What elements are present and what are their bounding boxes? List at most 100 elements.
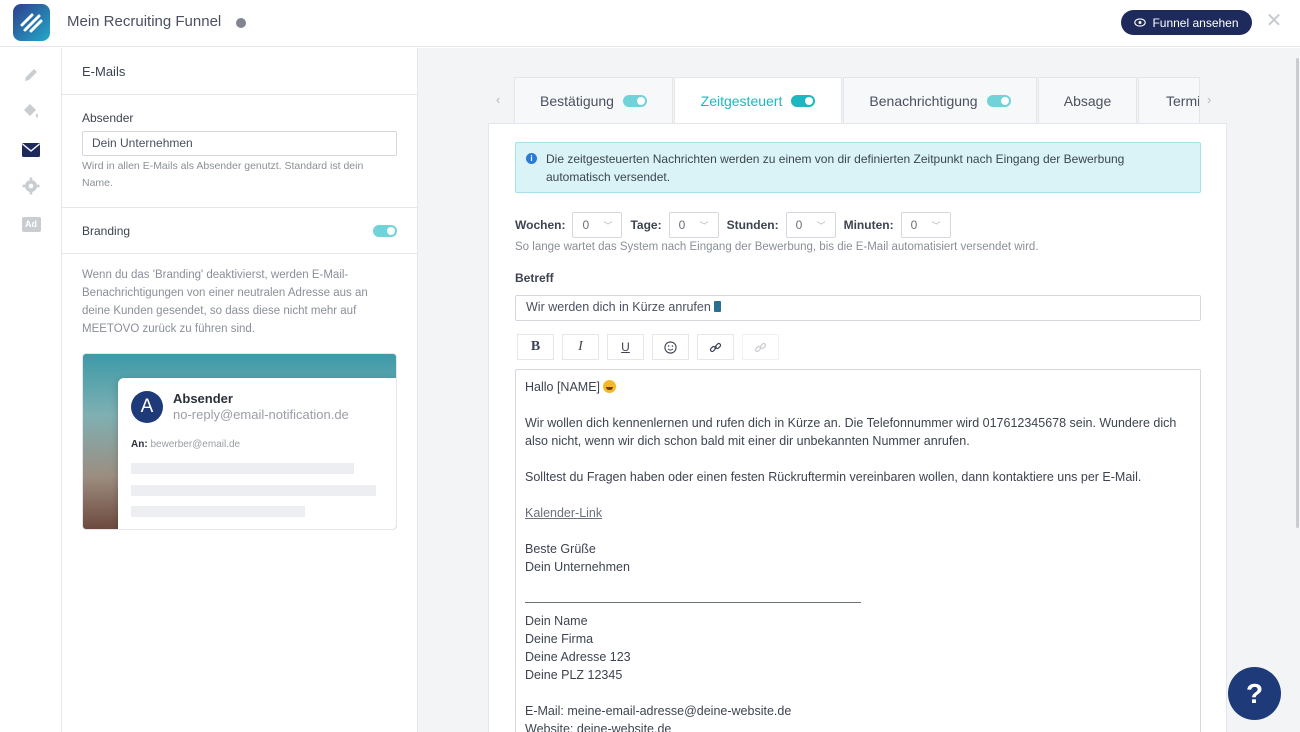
chevron-down-icon: ﹀ [931, 220, 941, 231]
panel-title: E-Mails [62, 48, 417, 95]
branding-description: Wenn du das 'Branding' deaktivierst, wer… [82, 269, 368, 335]
tab-bestaetigung[interactable]: Bestätigung [514, 77, 673, 123]
chevron-down-icon: ﹀ [816, 220, 826, 231]
weeks-label: Wochen: [515, 218, 566, 232]
sender-section: Absender Dein Unternehmen Wird in allen … [62, 95, 417, 207]
calendar-link[interactable]: Kalender-Link [525, 506, 602, 520]
placeholder-line [131, 506, 305, 517]
tabs-right-arrow-icon[interactable]: › [1207, 92, 1211, 107]
hours-select[interactable]: 0 ﹀ [785, 212, 836, 238]
signature-address: Deine Adresse 123 [525, 650, 631, 664]
tab-termin[interactable]: Termi [1138, 77, 1200, 123]
settings-panel: E-Mails Absender Dein Unternehmen Wird i… [62, 48, 418, 732]
unlink-icon [754, 342, 767, 352]
tab-label: Bestätigung [540, 92, 614, 109]
tab-label: Zeitgesteuert [700, 93, 783, 109]
smiley-emoji-icon [603, 380, 617, 393]
sender-hint: Wird in allen E-Mails als Absender genut… [82, 160, 364, 189]
branding-toggle[interactable] [373, 224, 397, 237]
chevron-down-icon: ﹀ [603, 220, 613, 231]
tab-toggle[interactable] [986, 94, 1011, 107]
status-dot [236, 18, 246, 28]
view-funnel-button[interactable]: Funnel ansehen [1121, 10, 1252, 35]
email-tabs: ‹ Bestätigung Zeitgesteuert Benachrichti… [490, 77, 1215, 124]
info-icon: i [526, 153, 537, 164]
signature-firm: Deine Firma [525, 632, 594, 646]
subject-input[interactable]: Wir werden dich in Kürze anrufen [515, 295, 1201, 321]
delay-hint: So lange wartet das System nach Eingang … [515, 241, 1039, 253]
ad-icon-label: Ad [21, 216, 41, 232]
phone-emoji-icon [713, 301, 721, 312]
branding-label: Branding [82, 223, 131, 238]
signature-email: E-Mail: meine-email-adresse@deine-websit… [525, 704, 792, 718]
tab-absage[interactable]: Absage [1038, 77, 1137, 123]
ad-icon[interactable]: Ad [20, 213, 42, 235]
preview-recipient: An: bewerber@email.de [131, 439, 240, 450]
tab-label: Benachrichtigung [869, 92, 978, 109]
funnel-title[interactable]: Mein Recruiting Funnel [67, 13, 221, 30]
signature-divider [525, 594, 861, 603]
body-greeting: Hallo [NAME] [525, 380, 601, 394]
icon-rail: Ad [0, 48, 62, 732]
avatar: A [131, 391, 163, 423]
placeholder-line [131, 485, 376, 496]
scrollbar[interactable] [1296, 58, 1299, 528]
days-select[interactable]: 0 ﹀ [668, 212, 719, 238]
email-body-editor[interactable]: Hallo [NAME] Wir wollen dich kennenlerne… [515, 369, 1201, 732]
tab-zeitgesteuert[interactable]: Zeitgesteuert [674, 77, 842, 124]
minutes-label: Minuten: [843, 218, 894, 232]
preview-to-label: An: [131, 439, 148, 450]
paint-bucket-icon[interactable] [20, 100, 42, 122]
body-paragraph-1: Wir wollen dich kennenlernen und rufen d… [525, 416, 1177, 448]
body-paragraph-2: Solltest du Fragen haben oder einen fest… [525, 470, 1142, 484]
gear-icon[interactable] [20, 175, 42, 197]
tab-toggle[interactable] [622, 94, 647, 107]
preview-sender-email: no-reply@email-notification.de [173, 407, 349, 422]
sender-input[interactable]: Dein Unternehmen [82, 131, 397, 156]
close-icon[interactable]: ✕ [1265, 11, 1283, 31]
editor-toolbar: B I U [517, 334, 779, 360]
minutes-value: 0 [910, 218, 918, 232]
tab-label: Termi [1166, 92, 1200, 109]
unlink-button[interactable] [742, 334, 779, 360]
tab-toggle[interactable] [791, 95, 816, 107]
emoji-button[interactable] [652, 334, 689, 360]
tab-content: i Die zeitgesteuerten Nachrichten werden… [488, 123, 1227, 732]
placeholder-line [131, 463, 354, 474]
subject-value: Wir werden dich in Kürze anrufen [526, 300, 711, 314]
link-button[interactable] [697, 334, 734, 360]
italic-button[interactable]: I [562, 334, 599, 360]
weeks-value: 0 [582, 218, 590, 232]
signature-zip: Deine PLZ 12345 [525, 668, 623, 682]
chevron-down-icon: ﹀ [699, 220, 709, 231]
signature-website: Website: deine-website.de [525, 722, 672, 732]
help-button[interactable]: ? [1228, 667, 1281, 720]
sender-label: Absender [82, 111, 134, 125]
minutes-select[interactable]: 0 ﹀ [900, 212, 951, 238]
branding-preview: A Absender no-reply@email-notification.d… [82, 353, 397, 530]
view-funnel-label: Funnel ansehen [1152, 15, 1239, 30]
tab-benachrichtigung[interactable]: Benachrichtigung [843, 77, 1037, 123]
body-company: Dein Unternehmen [525, 560, 630, 574]
preview-card: A Absender no-reply@email-notification.d… [118, 378, 396, 529]
preview-sender-name: Absender [173, 391, 233, 406]
pencil-icon[interactable] [20, 64, 42, 86]
bold-button[interactable]: B [517, 334, 554, 360]
weeks-select[interactable]: 0 ﹀ [572, 212, 623, 238]
app-logo[interactable] [13, 4, 50, 41]
eye-icon [1134, 18, 1147, 27]
days-label: Tage: [630, 218, 662, 232]
preview-to-email: bewerber@email.de [150, 439, 241, 450]
logo-slashes-icon [20, 13, 43, 33]
tabs-left-arrow-icon[interactable]: ‹ [496, 92, 500, 107]
body-regards: Beste Grüße [525, 542, 596, 556]
underline-button[interactable]: U [607, 334, 644, 360]
branding-description-section: Wenn du das 'Branding' deaktivierst, wer… [62, 254, 417, 338]
envelope-icon[interactable] [20, 139, 42, 161]
